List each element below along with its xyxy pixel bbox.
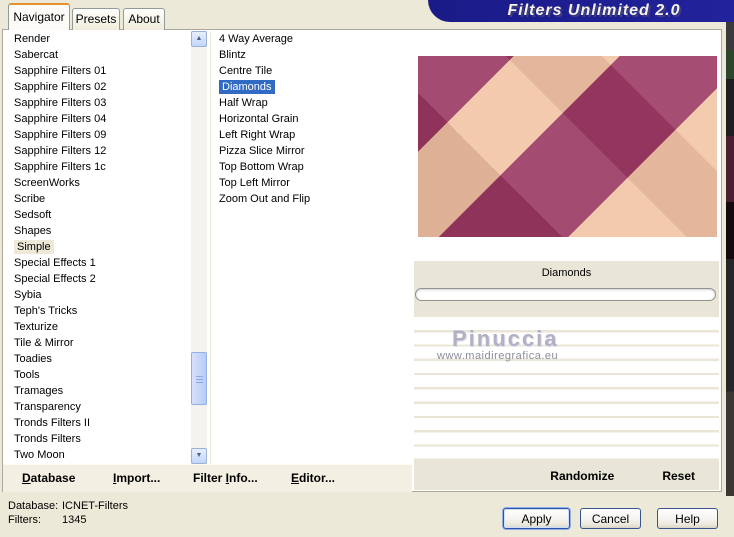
category-list[interactable]: Render Sabercat Sapphire Filters 01 Sapphir… [8, 31, 190, 464]
status-database-label: Database: [8, 500, 59, 512]
list-item[interactable]: Teph's Tricks [8, 303, 190, 319]
list-item[interactable]: Tronds Filters [8, 431, 190, 447]
help-button[interactable]: Help [657, 508, 718, 529]
watermark-text: Pinuccia [452, 326, 559, 351]
window-title: Filters Unlimited 2.0 [507, 2, 681, 19]
scroll-up-icon[interactable]: ▲ [191, 31, 207, 47]
menu-item-editor[interactable]: Editor... [291, 471, 335, 485]
tab-presets[interactable]: Presets [72, 8, 120, 30]
menu-item-database[interactable]: Database [22, 471, 75, 485]
list-item[interactable]: Zoom Out and Flip [213, 191, 408, 207]
preview-footer: Randomize Reset [414, 461, 719, 490]
list-item[interactable]: Diamonds [213, 79, 408, 95]
list-item[interactable]: Simple [8, 239, 190, 255]
category-list-scrollbar[interactable]: ▲ ▼ [191, 31, 207, 464]
list-item[interactable]: Special Effects 2 [8, 271, 190, 287]
status-filters: Filters: 1345 [8, 514, 86, 526]
list-item[interactable]: Special Effects 1 [8, 255, 190, 271]
status-filters-value: 1345 [62, 514, 87, 526]
selected-filter-name: Diamonds [541, 267, 592, 279]
list-separator [210, 31, 211, 464]
list-item[interactable]: Sapphire Filters 03 [8, 95, 190, 111]
menu-item-filter-info[interactable]: Filter Info... [193, 471, 258, 485]
status-database-value: ICNET-Filters [62, 500, 128, 512]
filter-list[interactable]: 4 Way Average Blintz Centre Tile Diamonds Ha… [213, 31, 408, 464]
list-item[interactable]: Transparency [8, 399, 190, 415]
list-item[interactable]: Pizza Slice Mirror [213, 143, 408, 159]
list-item[interactable]: Sapphire Filters 04 [8, 111, 190, 127]
tab-about[interactable]: About [123, 8, 165, 30]
list-item[interactable]: Blintz [213, 47, 408, 63]
scrollbar-thumb[interactable] [191, 352, 207, 405]
list-item[interactable]: Half Wrap [213, 95, 408, 111]
list-item[interactable]: Top Bottom Wrap [213, 159, 408, 175]
list-item[interactable]: Sapphire Filters 1c [8, 159, 190, 175]
watermark-url: www.maidiregrafica.eu [437, 350, 559, 362]
list-item[interactable]: Two Moon [8, 447, 190, 463]
list-item[interactable]: Horizontal Grain [213, 111, 408, 127]
list-item[interactable]: Sapphire Filters 01 [8, 63, 190, 79]
title-banner: Filters Unlimited 2.0 [428, 0, 734, 22]
randomize-button[interactable]: Randomize [550, 469, 614, 483]
list-item[interactable]: ScreenWorks [8, 175, 190, 191]
list-item[interactable]: 4 Way Average [213, 31, 408, 47]
status-database: Database: ICNET-Filters [8, 500, 128, 512]
list-item[interactable]: Sapphire Filters 12 [8, 143, 190, 159]
filter-preview-image [418, 56, 717, 237]
list-item[interactable]: Shapes [8, 223, 190, 239]
list-item[interactable]: Centre Tile [213, 63, 408, 79]
list-item[interactable]: Top Left Mirror [213, 175, 408, 191]
tab-navigator[interactable]: Navigator [8, 3, 70, 30]
list-item[interactable]: Texturize [8, 319, 190, 335]
list-item[interactable]: Scribe [8, 191, 190, 207]
status-filters-label: Filters: [8, 514, 41, 526]
list-item[interactable]: Tile & Mirror [8, 335, 190, 351]
list-item[interactable]: Tramages [8, 383, 190, 399]
list-item[interactable]: Sabercat [8, 47, 190, 63]
list-item[interactable]: Sedsoft [8, 207, 190, 223]
list-item[interactable]: Tronds Filters II [8, 415, 190, 431]
list-item[interactable]: Sapphire Filters 09 [8, 127, 190, 143]
filter-parameter-slider[interactable] [415, 288, 716, 301]
background-window-edge [726, 22, 734, 496]
list-item[interactable]: Render [8, 31, 190, 47]
list-item[interactable]: Tools [8, 367, 190, 383]
apply-button[interactable]: Apply [503, 508, 570, 529]
filter-control-block: Diamonds [414, 261, 719, 317]
list-item[interactable]: Sybia [8, 287, 190, 303]
scroll-down-icon[interactable]: ▼ [191, 448, 207, 464]
reset-button[interactable]: Reset [662, 469, 695, 483]
list-item[interactable]: Toadies [8, 351, 190, 367]
list-item[interactable]: Sapphire Filters 02 [8, 79, 190, 95]
cancel-button[interactable]: Cancel [580, 508, 641, 529]
list-item[interactable]: Left Right Wrap [213, 127, 408, 143]
menu-bar: Database Import... Filter Info... Editor... [3, 464, 412, 492]
menu-item-import[interactable]: Import... [113, 471, 160, 485]
